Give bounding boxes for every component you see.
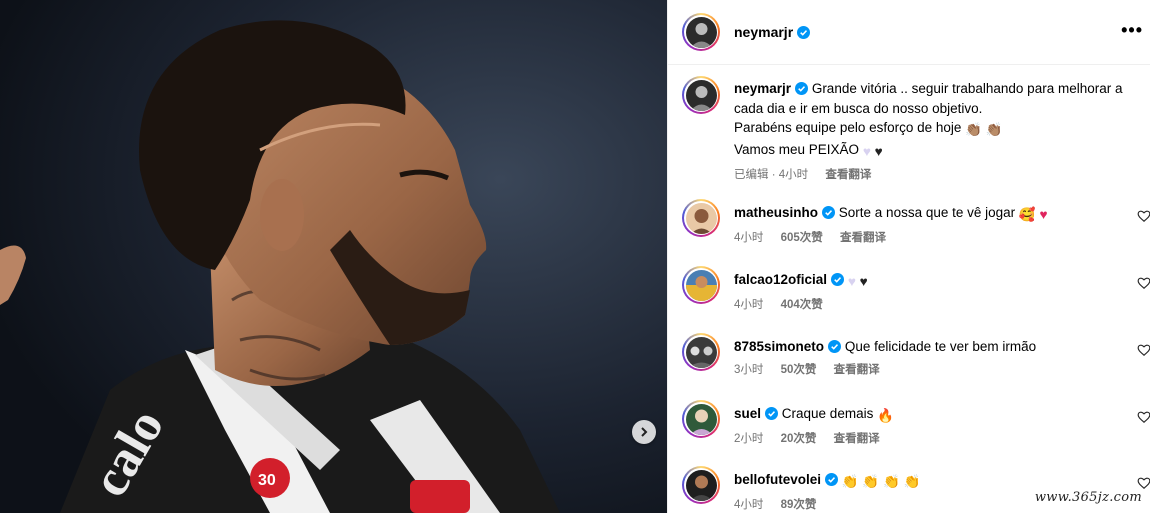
avatar-image <box>685 336 717 368</box>
caption-line-1: Grande vitória .. seguir trabalhando par… <box>811 81 1123 96</box>
post-photo[interactable]: 30 calo <box>0 0 667 513</box>
verified-badge-icon <box>828 340 842 353</box>
comment-item: bellofutevolei 👏 👏 👏 👏 4小时 89次赞 <box>682 466 1150 512</box>
black-heart-emoji-icon: ♥ <box>874 143 883 159</box>
commenter-avatar[interactable] <box>682 400 720 438</box>
comment-username[interactable]: 8785simoneto <box>734 339 824 354</box>
comment-likes[interactable]: 404次赞 <box>781 299 823 311</box>
next-photo-button[interactable] <box>632 420 656 444</box>
avatar-image <box>685 269 717 301</box>
clap-emoji-icon: 👏 <box>882 474 900 489</box>
heart-outline-icon[interactable] <box>1137 476 1150 490</box>
comment-item: falcao12oficial ♥ ♥ 4小时 404次赞 <box>682 266 1150 312</box>
fire-emoji-icon: 🔥 <box>877 408 894 423</box>
avatar-image <box>685 79 717 111</box>
player-photo-illustration: 30 calo <box>0 0 667 513</box>
white-heart-emoji-icon: ♥ <box>847 274 856 289</box>
heart-outline-icon[interactable] <box>1137 209 1150 223</box>
caption-line-3: Parabéns equipe pelo esforço de hoje <box>734 120 962 135</box>
comment-time: 4小时 <box>734 232 764 244</box>
post-caption: neymarjr Grande vitória .. seguir trabal… <box>682 76 1150 182</box>
comment-time: 2小时 <box>734 433 764 445</box>
comment-translate-link[interactable]: 查看翻译 <box>840 232 886 244</box>
clap-emoji-icon: 👏🏽 <box>965 122 982 137</box>
caption-avatar[interactable] <box>682 76 720 114</box>
clap-emoji-icon: 👏 <box>862 474 880 489</box>
verified-badge-icon <box>822 206 836 219</box>
post-side-panel: neymarjr ••• neymarjr Grande vitória .. … <box>667 0 1150 513</box>
caption-line-4: Vamos meu PEIXÃO <box>734 141 860 157</box>
comment-text: Que felicidade te ver bem irmão <box>844 339 1037 354</box>
caption-edited-time: 已编辑 · 4小时 <box>734 169 809 181</box>
verified-badge-icon <box>831 273 845 286</box>
commenter-avatar[interactable] <box>682 333 720 371</box>
verified-badge-icon <box>795 82 809 95</box>
comment-translate-link[interactable]: 查看翻译 <box>834 433 880 445</box>
clap-emoji-icon: 👏 <box>903 474 921 489</box>
red-heart-emoji-icon: ♥ <box>1039 207 1048 222</box>
commenter-avatar[interactable] <box>682 199 720 237</box>
commenter-avatar[interactable] <box>682 466 720 504</box>
more-options-icon[interactable]: ••• <box>1121 20 1143 41</box>
black-heart-emoji-icon: ♥ <box>859 274 868 289</box>
author-username[interactable]: neymarjr <box>734 24 793 40</box>
verified-badge-icon <box>825 473 839 486</box>
blush-emoji-icon: 🥰 <box>1018 207 1036 222</box>
comment-translate-link[interactable]: 查看翻译 <box>834 364 880 376</box>
caption-line-2: cada dia e ir em busca do nosso objetivo… <box>734 100 983 116</box>
heart-outline-icon[interactable] <box>1137 276 1150 290</box>
comment-time: 3小时 <box>734 364 764 376</box>
comment-likes[interactable]: 20次赞 <box>781 433 817 445</box>
comment-time: 4小时 <box>734 499 764 511</box>
comment-username[interactable]: matheusinho <box>734 205 818 220</box>
chevron-right-icon <box>641 427 648 437</box>
author-avatar[interactable] <box>682 13 720 51</box>
verified-badge-icon <box>797 25 811 39</box>
comment-text: Sorte a nossa que te vê jogar <box>838 205 1016 220</box>
caption-meta: 已编辑 · 4小时 查看翻译 <box>734 166 1134 182</box>
avatar-image <box>685 469 717 501</box>
comment-likes[interactable]: 50次赞 <box>781 364 817 376</box>
comment-likes[interactable]: 89次赞 <box>781 499 817 511</box>
comment-text: Craque demais <box>781 406 874 421</box>
comment-item: matheusinho Sorte a nossa que te vê joga… <box>682 199 1150 245</box>
comment-item: suel Craque demais 🔥 2小时 20次赞 查看翻译 <box>682 400 1150 446</box>
avatar-image <box>685 16 717 48</box>
commenter-avatar[interactable] <box>682 266 720 304</box>
comment-username[interactable]: bellofutevolei <box>734 472 821 487</box>
white-heart-emoji-icon: ♥ <box>862 143 871 159</box>
clap-emoji-icon: 👏🏽 <box>985 122 1003 137</box>
comment-item: 8785simoneto Que felicidade te ver bem i… <box>682 333 1150 377</box>
heart-outline-icon[interactable] <box>1137 410 1150 424</box>
site-watermark: www.365jz.com <box>1034 490 1142 505</box>
comment-username[interactable]: suel <box>734 406 761 421</box>
svg-text:30: 30 <box>258 472 276 489</box>
comment-likes[interactable]: 605次赞 <box>781 232 823 244</box>
caption-username[interactable]: neymarjr <box>734 81 791 96</box>
avatar-image <box>685 202 717 234</box>
clap-emoji-icon: 👏 <box>841 474 859 489</box>
avatar-image <box>685 403 717 435</box>
comment-time: 4小时 <box>734 299 764 311</box>
post-header: neymarjr ••• <box>668 0 1150 65</box>
verified-badge-icon <box>765 407 779 420</box>
heart-outline-icon[interactable] <box>1137 343 1150 357</box>
comment-username[interactable]: falcao12oficial <box>734 272 827 287</box>
caption-translate-link[interactable]: 查看翻译 <box>825 169 871 181</box>
